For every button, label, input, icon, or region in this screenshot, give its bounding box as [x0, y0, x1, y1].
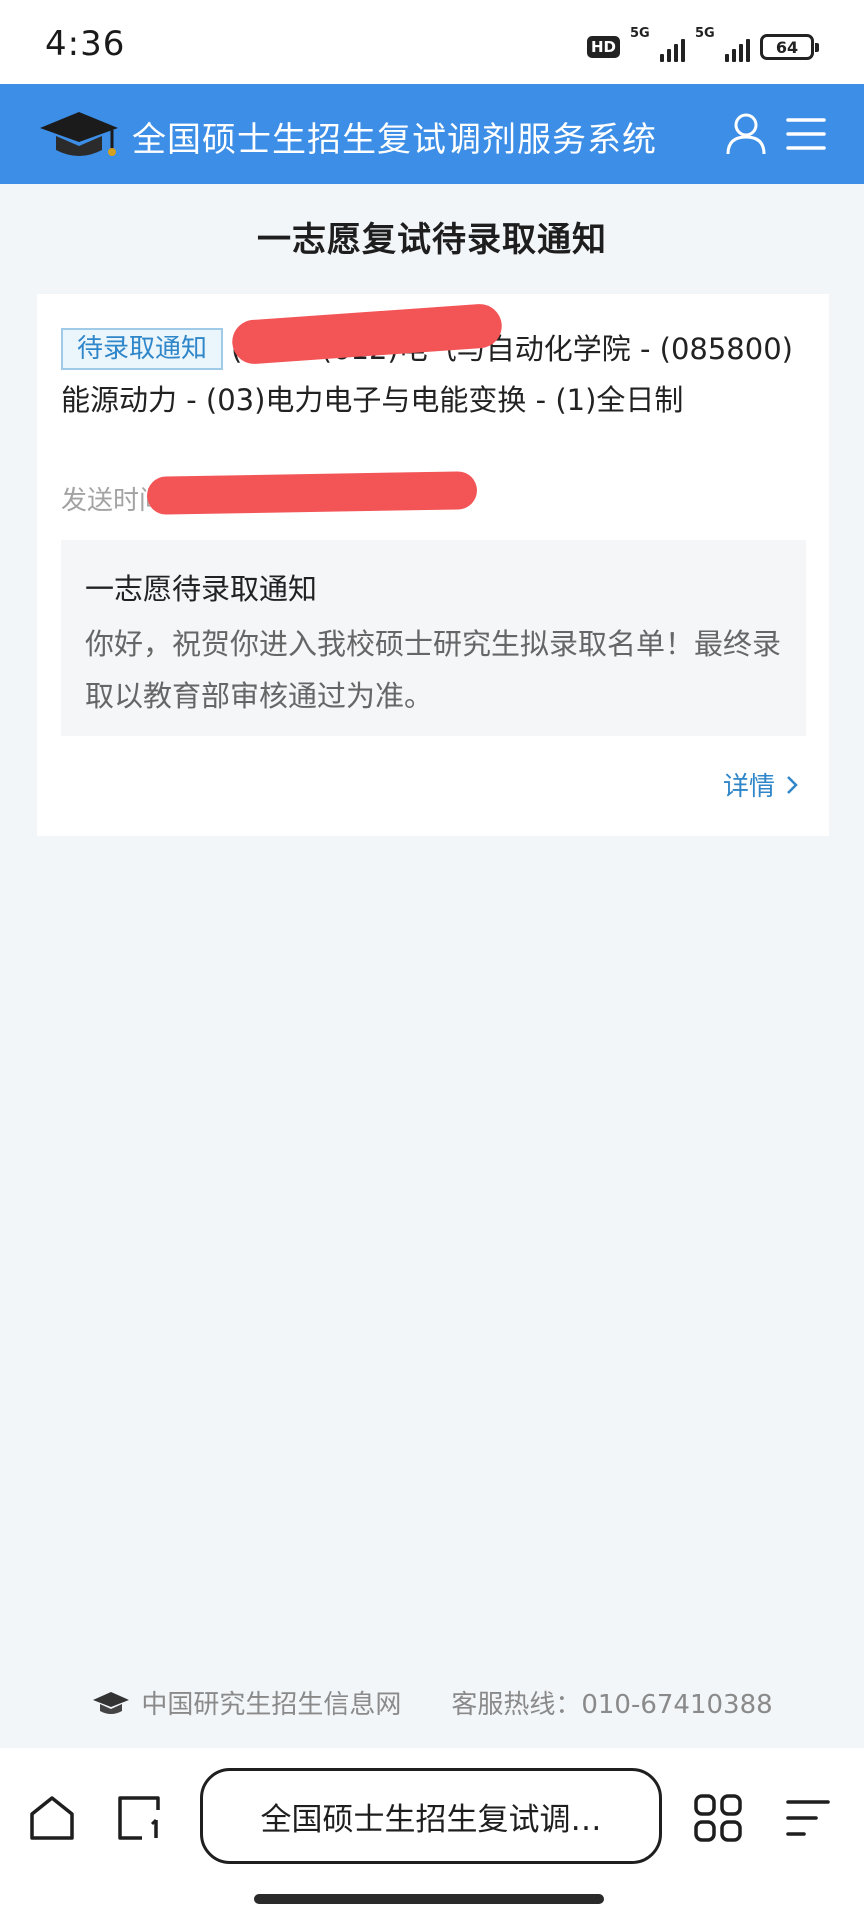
home-icon[interactable]	[24, 1790, 80, 1846]
signal-icon-1: 5G	[630, 26, 685, 62]
redaction-mark	[146, 471, 478, 515]
graduation-cap-icon	[40, 112, 118, 156]
chevron-right-icon	[787, 775, 798, 794]
page-title: 一志愿复试待录取通知	[257, 220, 607, 260]
status-indicators: HD 5G 5G 64	[586, 26, 819, 64]
address-bar[interactable]: 全国硕士生招生复试调…	[200, 1768, 662, 1864]
network-type-1: 5G	[630, 26, 650, 41]
menu-icon[interactable]	[782, 110, 830, 158]
more-menu-icon[interactable]	[780, 1790, 836, 1846]
detail-link[interactable]: 详情	[723, 766, 799, 803]
app-title: 全国硕士生招生复试调剂服务系统	[132, 120, 657, 160]
detail-link-label: 详情	[722, 772, 775, 802]
notice-card[interactable]: 待录取通知( )学 - (612)电气与自动化学院 - (085800)能源动力…	[37, 294, 829, 836]
gesture-bar[interactable]	[254, 1894, 604, 1904]
footer-site-name[interactable]: 中国研究生招生信息网	[141, 1684, 401, 1721]
message-body: 你好，祝贺你进入我校硕士研究生拟录取名单！最终录取以教育部审核通过为准。	[85, 627, 782, 713]
status-badge: 待录取通知	[61, 328, 224, 370]
app-header: 全国硕士生招生复试调剂服务系统	[0, 84, 864, 184]
signal-icon-2: 5G	[695, 26, 750, 62]
browser-toolbar: 全国硕士生招生复试调…	[0, 1748, 864, 1920]
address-bar-text: 全国硕士生招生复试调…	[260, 1801, 602, 1838]
network-type-2: 5G	[695, 26, 715, 41]
message-title: 一志愿待录取通知	[85, 572, 318, 606]
status-time: 4:36	[45, 24, 126, 64]
footer-hotline: 客服热线：010-67410388	[451, 1690, 773, 1720]
apps-grid-icon[interactable]	[690, 1790, 746, 1846]
hd-voice-badge: HD	[586, 36, 620, 58]
battery-icon: 64	[760, 34, 819, 60]
status-bar: 4:36 HD 5G 5G 64	[0, 0, 864, 84]
battery-level: 64	[775, 37, 799, 57]
user-icon[interactable]	[722, 110, 770, 158]
graduation-cap-icon	[93, 1691, 130, 1714]
tabs-icon[interactable]	[112, 1790, 168, 1846]
message-box: 一志愿待录取通知 你好，祝贺你进入我校硕士研究生拟录取名单！最终录取以教育部审核…	[61, 540, 806, 736]
site-footer: 中国研究生招生信息网 客服热线：010-67410388	[0, 1684, 864, 1721]
